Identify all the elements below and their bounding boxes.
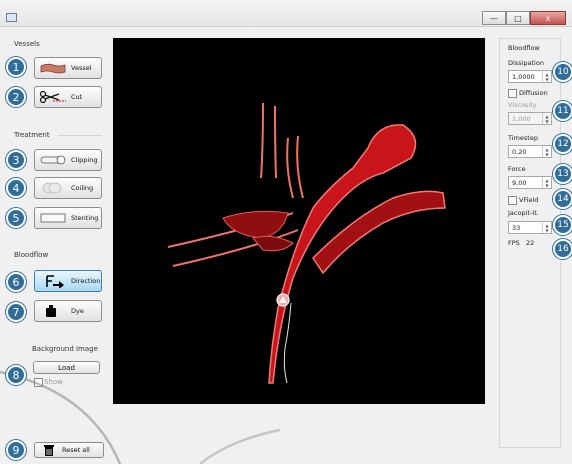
- flow-streamline: [283, 302, 292, 384]
- treatment-divider: [58, 135, 102, 136]
- callout-badge: 14: [553, 189, 572, 209]
- maximize-button[interactable]: □: [506, 11, 530, 25]
- callout-badge: 1: [6, 57, 26, 77]
- window-controls: — □ x: [482, 11, 566, 25]
- vessels-group-title: Vessels: [14, 40, 40, 48]
- diffusion-checkbox[interactable]: [508, 89, 517, 98]
- timestep-label: Timestep: [508, 134, 538, 142]
- vfield-label: VField: [519, 196, 539, 204]
- viscosity-spinbox[interactable]: 1,000 ▲ ▼: [508, 112, 552, 125]
- reset-all-button[interactable]: Reset all: [34, 442, 104, 458]
- jacobi-iterations-label: Jacopit-It.: [508, 209, 539, 217]
- viscosity-label: Viscosity: [508, 101, 537, 109]
- force-spinbox[interactable]: 9,00 ▲ ▼: [508, 176, 552, 189]
- stenting-button[interactable]: Stenting: [34, 207, 102, 229]
- vessel-body: [268, 124, 417, 384]
- vessel-icon: [38, 60, 68, 76]
- vessel-outline: [260, 102, 277, 179]
- load-button[interactable]: Load: [33, 361, 100, 374]
- clip-icon: [38, 152, 68, 168]
- background-image-group-title: Background Image: [32, 345, 98, 353]
- callout-badge: 12: [553, 134, 572, 154]
- bloodflow-panel-title: Bloodflow: [508, 44, 540, 52]
- callout-badge: 9: [6, 440, 26, 460]
- vessel-button[interactable]: Vessel: [34, 57, 102, 79]
- coil-icon: [38, 180, 68, 196]
- spin-arrows-icon[interactable]: ▲ ▼: [542, 113, 551, 124]
- vessel-outline: [286, 135, 304, 199]
- dissipation-value: 1,0000: [512, 72, 535, 81]
- vessel-render: [167, 102, 446, 384]
- spin-arrows-icon[interactable]: ▲ ▼: [542, 146, 551, 157]
- minimize-button[interactable]: —: [482, 11, 506, 25]
- app-icon: [6, 13, 17, 22]
- vessel-body: [252, 235, 294, 252]
- callout-badge: 3: [6, 150, 26, 170]
- callout-badge: 6: [6, 272, 26, 292]
- callout-badge: 8: [6, 365, 26, 385]
- close-button[interactable]: x: [530, 11, 566, 25]
- callout-badge: 5: [6, 208, 26, 228]
- stent-icon: [38, 210, 68, 226]
- fps-label: FPS: [508, 239, 520, 247]
- jacobi-iterations-spinbox[interactable]: 33 ▲ ▼: [508, 221, 552, 234]
- coiling-button[interactable]: Coiling: [34, 177, 102, 199]
- simulation-viewport[interactable]: [113, 38, 485, 404]
- timestep-spinbox[interactable]: 0,20 ▲ ▼: [508, 145, 552, 158]
- direction-button[interactable]: Direction: [34, 270, 102, 292]
- diffusion-label: Diffusion: [519, 89, 548, 97]
- force-arrow-icon: [38, 273, 68, 289]
- callout-badge: 16: [553, 239, 572, 259]
- dissipation-label: Dissipation: [508, 59, 544, 67]
- title-bar: — □ x: [0, 0, 572, 27]
- treatment-group-title: Treatment: [14, 131, 50, 139]
- show-checkbox[interactable]: [34, 378, 43, 387]
- bloodflow-group-title: Bloodflow: [14, 251, 49, 259]
- show-label: Show: [44, 378, 63, 386]
- callout-badge: 7: [6, 302, 26, 322]
- dissipation-spinbox[interactable]: 1,0000 ▲ ▼: [508, 70, 552, 83]
- callout-badge: 2: [6, 87, 26, 107]
- spin-arrows-icon[interactable]: ▲ ▼: [542, 71, 551, 82]
- vfield-checkbox[interactable]: [508, 196, 517, 205]
- reset-all-label: Reset all: [62, 446, 90, 454]
- callout-badge: 11: [553, 101, 572, 121]
- dye-button[interactable]: Dye: [34, 300, 102, 322]
- clipping-button[interactable]: Clipping: [34, 149, 102, 171]
- jacobi-iterations-value: 33: [512, 223, 521, 232]
- callout-badge: 13: [553, 164, 572, 184]
- force-value: 9,00: [512, 178, 527, 187]
- fps-value: 22: [526, 239, 535, 247]
- cut-button[interactable]: Cut: [34, 86, 102, 108]
- dye-bottle-icon: [38, 303, 68, 319]
- callout-badge: 15: [553, 215, 572, 235]
- timestep-value: 0,20: [512, 147, 527, 156]
- force-label: Force: [508, 165, 526, 173]
- trash-icon: [44, 445, 54, 456]
- spin-arrows-icon[interactable]: ▲ ▼: [542, 177, 551, 188]
- callout-badge: 10: [553, 62, 572, 82]
- viscosity-value: 1,000: [512, 114, 531, 123]
- scissors-icon: [38, 89, 68, 105]
- vessel-body: [222, 210, 289, 239]
- callout-badge: 4: [6, 178, 26, 198]
- spin-arrows-icon[interactable]: ▲ ▼: [542, 222, 551, 233]
